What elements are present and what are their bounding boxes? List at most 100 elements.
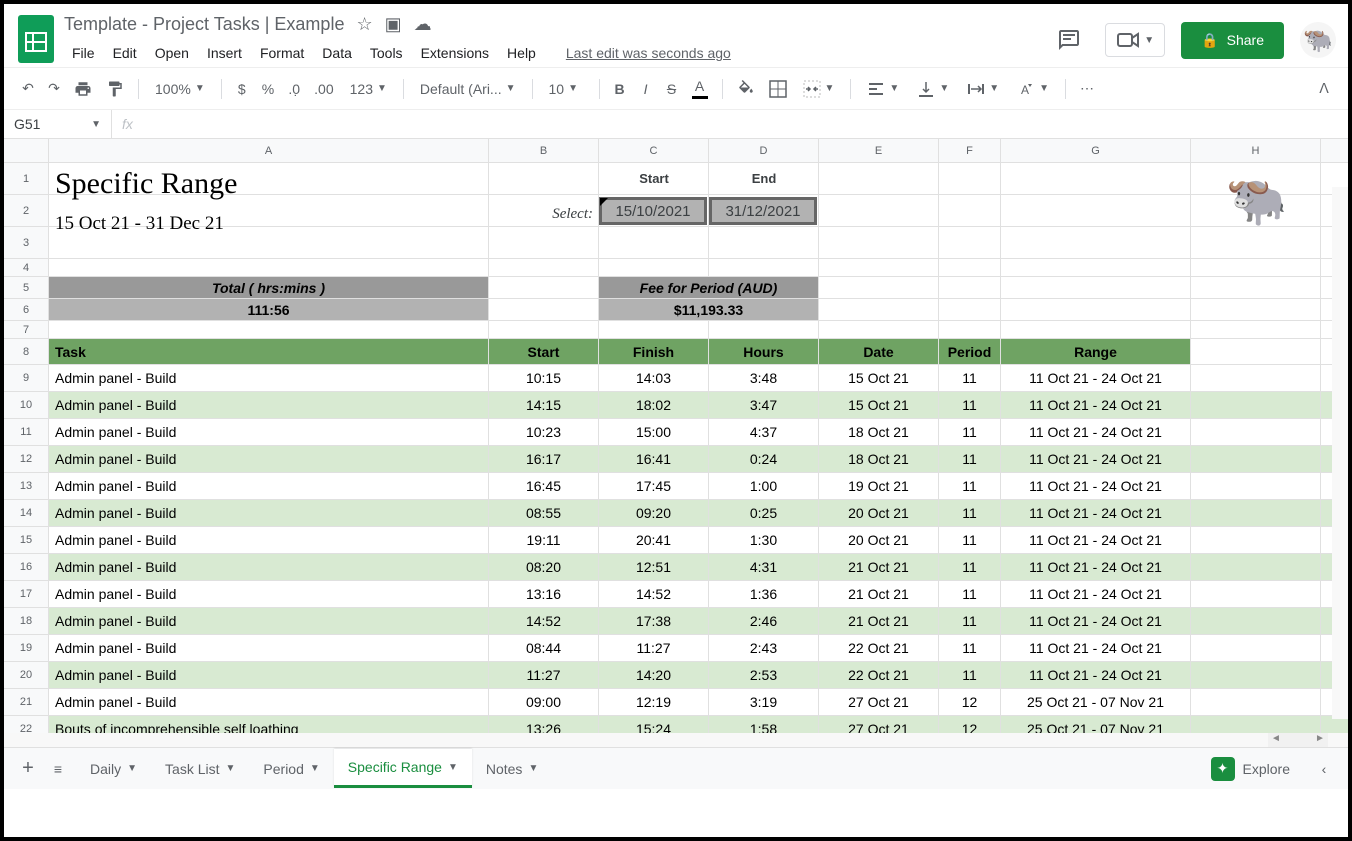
borders-button[interactable]	[763, 76, 793, 102]
redo-button[interactable]: ↷	[42, 76, 66, 101]
cell[interactable]	[1191, 500, 1321, 526]
tab-specific-range[interactable]: Specific Range▼	[334, 749, 472, 788]
table-cell[interactable]: 14:52	[489, 608, 599, 634]
cell[interactable]	[489, 299, 599, 320]
table-cell[interactable]: 11	[939, 662, 1001, 688]
table-cell[interactable]: 11 Oct 21 - 24 Oct 21	[1001, 392, 1191, 418]
col-header-H[interactable]: H	[1191, 139, 1321, 162]
table-cell[interactable]: 11	[939, 392, 1001, 418]
wrap-button[interactable]: ▼	[959, 76, 1007, 102]
table-cell[interactable]: 16:41	[599, 446, 709, 472]
table-cell[interactable]: 3:48	[709, 365, 819, 391]
table-cell[interactable]: 11	[939, 500, 1001, 526]
table-cell[interactable]: 4:37	[709, 419, 819, 445]
table-cell[interactable]: 20:41	[599, 527, 709, 553]
table-cell[interactable]: 09:20	[599, 500, 709, 526]
col-header-G[interactable]: G	[1001, 139, 1191, 162]
total-header[interactable]: Total ( hrs:mins )	[49, 277, 489, 298]
table-cell[interactable]: 12:19	[599, 689, 709, 715]
col-header-D[interactable]: D	[709, 139, 819, 162]
meet-button[interactable]: ▼	[1105, 23, 1165, 57]
table-cell[interactable]: 14:15	[489, 392, 599, 418]
table-cell[interactable]: 14:20	[599, 662, 709, 688]
scroll-right-icon[interactable]: ►	[1312, 733, 1328, 747]
cell[interactable]	[1191, 689, 1321, 715]
cell[interactable]	[1191, 473, 1321, 499]
table-cell[interactable]: 16:45	[489, 473, 599, 499]
comments-icon[interactable]	[1049, 20, 1089, 60]
cell[interactable]	[819, 259, 939, 276]
cloud-icon[interactable]: ☁	[414, 14, 432, 35]
cell[interactable]	[1191, 321, 1321, 338]
tab-period[interactable]: Period▼	[249, 749, 333, 788]
table-row[interactable]: Bouts of incomprehensible self loathing 1…	[49, 716, 1348, 733]
table-row[interactable]: Admin panel - Build10:1514:033:4815 Oct …	[49, 365, 1348, 392]
valign-button[interactable]: ▼	[909, 76, 957, 102]
table-cell[interactable]: Admin panel - Build	[49, 635, 489, 661]
table-cell[interactable]: 21 Oct 21	[819, 581, 939, 607]
table-header-hours[interactable]: Hours	[709, 339, 819, 364]
row-header-18[interactable]: 18	[4, 608, 48, 635]
col-header-B[interactable]: B	[489, 139, 599, 162]
col-header-C[interactable]: C	[599, 139, 709, 162]
row-header-5[interactable]: 5	[4, 277, 48, 299]
menu-file[interactable]: File	[64, 41, 103, 65]
table-cell[interactable]: Admin panel - Build	[49, 581, 489, 607]
table-cell[interactable]: 15:00	[599, 419, 709, 445]
text-color-button[interactable]: A	[686, 74, 714, 103]
cell[interactable]	[1191, 339, 1321, 364]
table-cell[interactable]: 11:27	[489, 662, 599, 688]
table-cell[interactable]: 10:15	[489, 365, 599, 391]
increase-decimal-button[interactable]: .00	[308, 77, 339, 101]
cell[interactable]	[1191, 527, 1321, 553]
table-cell[interactable]: 08:55	[489, 500, 599, 526]
currency-button[interactable]: $	[230, 77, 254, 101]
table-header-task[interactable]: Task	[49, 339, 489, 364]
cell[interactable]	[489, 259, 599, 276]
cell[interactable]	[819, 299, 939, 320]
avatar[interactable]: 🐃	[1300, 22, 1336, 58]
menu-extensions[interactable]: Extensions	[413, 41, 497, 65]
table-cell[interactable]: 1:58	[709, 716, 819, 733]
table-cell[interactable]: Bouts of incomprehensible self loathing	[49, 716, 489, 733]
table-row[interactable]: Admin panel - Build16:4517:451:0019 Oct …	[49, 473, 1348, 500]
cell[interactable]	[1191, 608, 1321, 634]
table-cell[interactable]: 27 Oct 21	[819, 689, 939, 715]
italic-button[interactable]: I	[634, 77, 658, 101]
table-cell[interactable]: 11 Oct 21 - 24 Oct 21	[1001, 500, 1191, 526]
table-cell[interactable]: 25 Oct 21 - 07 Nov 21	[1001, 689, 1191, 715]
cell[interactable]	[939, 321, 1001, 338]
cell[interactable]	[1191, 554, 1321, 580]
row-header-7[interactable]: 7	[4, 321, 48, 339]
table-cell[interactable]: 18:02	[599, 392, 709, 418]
row-header-22[interactable]: 22	[4, 716, 48, 733]
formula-bar[interactable]: fx	[112, 110, 143, 138]
name-box[interactable]: G51▼	[4, 110, 112, 138]
fee-value[interactable]: $11,193.33	[599, 299, 819, 320]
table-cell[interactable]: 11 Oct 21 - 24 Oct 21	[1001, 365, 1191, 391]
table-cell[interactable]: 11 Oct 21 - 24 Oct 21	[1001, 473, 1191, 499]
font-dropdown[interactable]: Default (Ari...▼	[412, 77, 524, 101]
cell[interactable]	[489, 321, 599, 338]
table-row[interactable]: Admin panel - Build08:4411:272:4322 Oct …	[49, 635, 1348, 662]
table-cell[interactable]: 4:31	[709, 554, 819, 580]
total-value[interactable]: 111:56	[49, 299, 489, 320]
row-header-4[interactable]: 4	[4, 259, 48, 277]
table-cell[interactable]: 11 Oct 21 - 24 Oct 21	[1001, 554, 1191, 580]
cell[interactable]	[1191, 662, 1321, 688]
menu-tools[interactable]: Tools	[362, 41, 411, 65]
start-date-input[interactable]: 15/10/2021	[599, 197, 707, 225]
table-cell[interactable]: 11	[939, 473, 1001, 499]
table-cell[interactable]: 11	[939, 554, 1001, 580]
row-header-15[interactable]: 15	[4, 527, 48, 554]
table-cell[interactable]: 25 Oct 21 - 07 Nov 21	[1001, 716, 1191, 733]
table-cell[interactable]: 21 Oct 21	[819, 554, 939, 580]
cell[interactable]	[489, 277, 599, 298]
table-cell[interactable]: 15 Oct 21	[819, 365, 939, 391]
cell[interactable]	[939, 259, 1001, 276]
cell[interactable]	[1191, 581, 1321, 607]
font-size-dropdown[interactable]: 10▼	[541, 77, 591, 101]
menu-edit[interactable]: Edit	[105, 41, 145, 65]
all-sheets-button[interactable]: ≡	[46, 757, 70, 781]
table-cell[interactable]: 12	[939, 689, 1001, 715]
